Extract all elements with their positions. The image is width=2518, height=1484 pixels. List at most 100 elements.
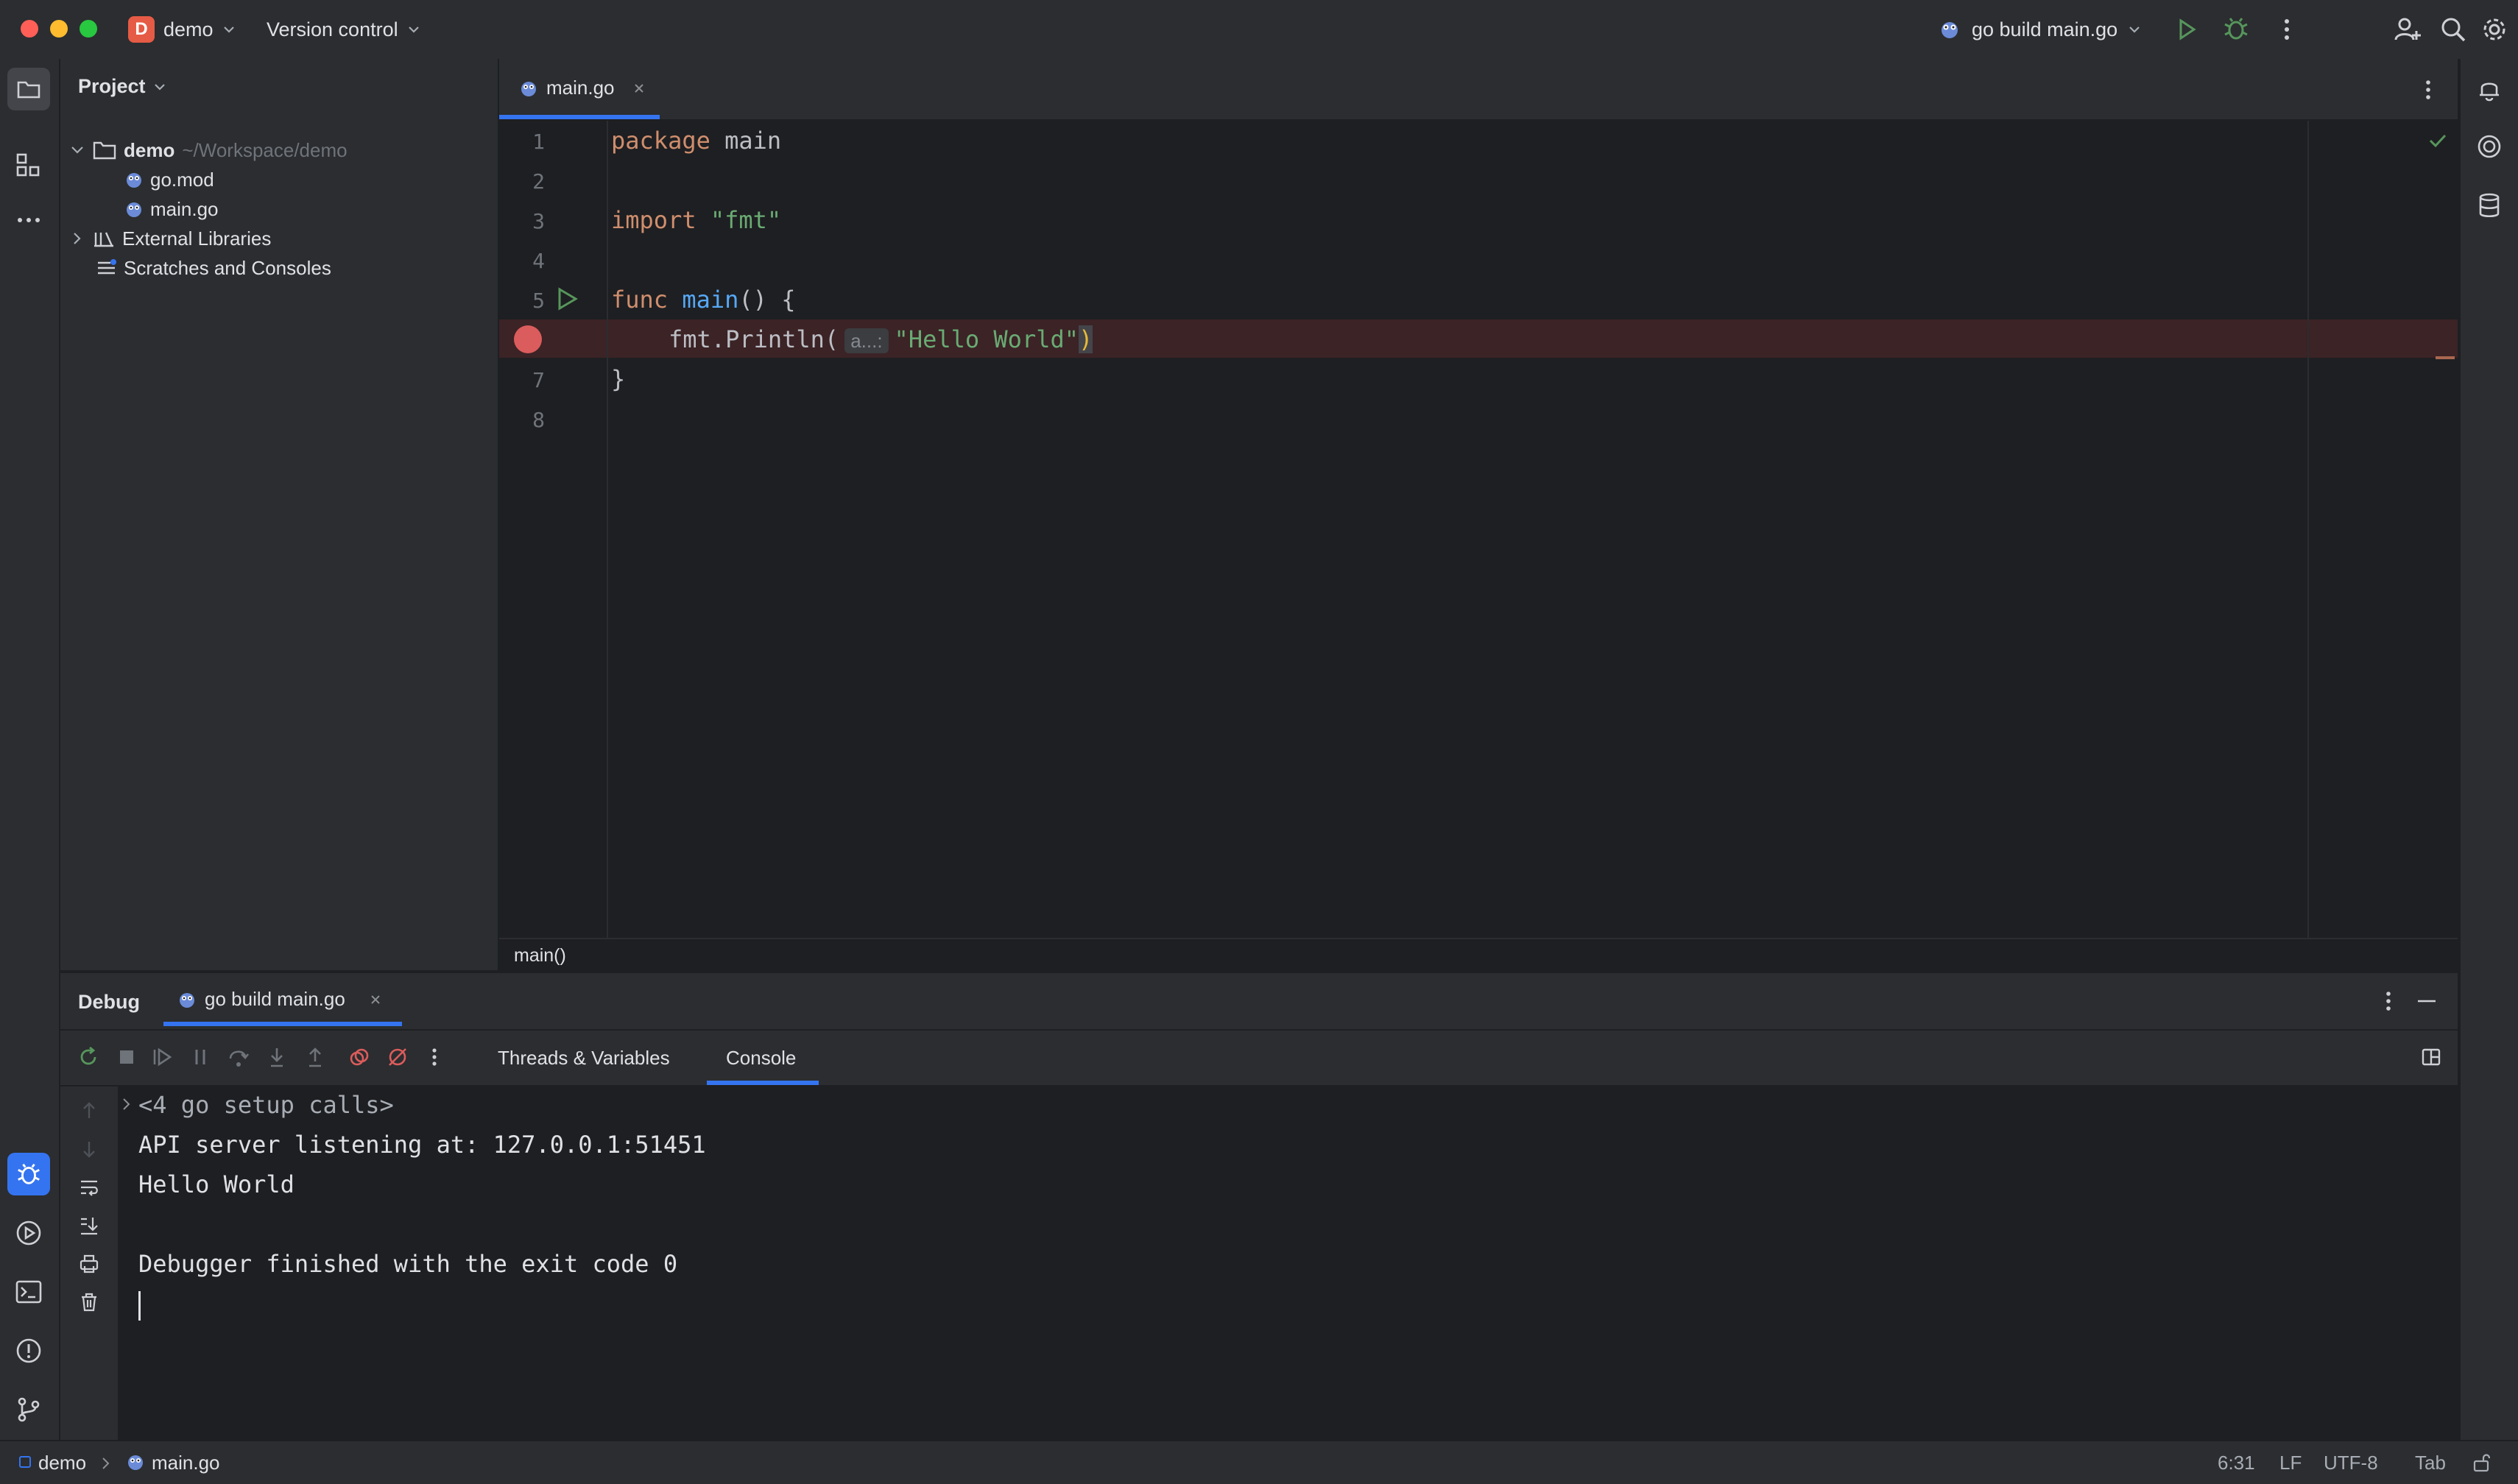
problems-icon[interactable] bbox=[15, 1337, 43, 1365]
ai-assistant-icon[interactable] bbox=[2475, 132, 2503, 160]
project-tool-button[interactable] bbox=[7, 68, 50, 110]
step-out-icon[interactable] bbox=[303, 1045, 327, 1069]
more-vertical-icon[interactable] bbox=[2377, 988, 2400, 1014]
tab-label: Threads & Variables bbox=[498, 1047, 670, 1069]
resume-icon[interactable] bbox=[150, 1045, 174, 1069]
git-branch-icon[interactable] bbox=[15, 1396, 43, 1424]
more-vertical-icon[interactable] bbox=[2275, 16, 2299, 43]
version-control-selector[interactable]: Version control bbox=[267, 15, 420, 44]
arrow-down-icon[interactable] bbox=[78, 1138, 100, 1160]
print-icon[interactable] bbox=[78, 1253, 100, 1275]
debug-panel: Debug go build main.go Threads & Variabl… bbox=[60, 972, 2458, 1441]
close-icon[interactable] bbox=[632, 82, 646, 95]
tab-console[interactable]: Console bbox=[707, 1031, 819, 1085]
status-path-file[interactable]: main.go bbox=[152, 1452, 220, 1474]
close-icon[interactable] bbox=[369, 993, 382, 1006]
file-encoding[interactable]: UTF-8 bbox=[2324, 1452, 2378, 1474]
tree-item-main-go[interactable]: main.go bbox=[124, 194, 219, 224]
code-token: fmt.Println( bbox=[669, 325, 839, 353]
minimize-panel-icon[interactable] bbox=[2413, 988, 2440, 1014]
line-number: 7 bbox=[532, 368, 545, 392]
step-into-icon[interactable] bbox=[265, 1045, 289, 1069]
project-selector[interactable]: D demo bbox=[128, 15, 236, 44]
more-vertical-icon[interactable] bbox=[2416, 77, 2440, 103]
add-user-icon[interactable] bbox=[2393, 15, 2422, 44]
code-token: "Hello World" bbox=[894, 325, 1079, 353]
folder-icon bbox=[93, 141, 116, 160]
code-token: main bbox=[710, 127, 782, 155]
indent-setting[interactable]: Tab bbox=[2415, 1452, 2446, 1474]
go-mod-file-icon bbox=[127, 173, 141, 188]
mute-breakpoints-icon[interactable] bbox=[386, 1045, 409, 1069]
scroll-to-end-icon[interactable] bbox=[78, 1215, 100, 1237]
project-badge: D bbox=[128, 16, 155, 43]
code-editor[interactable]: 1 2 3 4 5 7 8 package main import "fmt" … bbox=[499, 121, 2458, 938]
code-token: "fmt" bbox=[710, 206, 782, 234]
minimize-window-button[interactable] bbox=[50, 20, 68, 38]
debug-tool-button[interactable] bbox=[7, 1153, 50, 1195]
view-breakpoints-icon[interactable] bbox=[348, 1045, 371, 1069]
line-number: 3 bbox=[532, 209, 545, 233]
structure-icon[interactable] bbox=[15, 152, 43, 180]
debug-session-tab[interactable]: go build main.go bbox=[163, 973, 464, 1026]
debug-bug-icon[interactable] bbox=[2222, 15, 2250, 43]
no-problems-check-icon[interactable] bbox=[2427, 130, 2449, 152]
more-vertical-icon[interactable] bbox=[423, 1045, 446, 1069]
status-path-project[interactable]: demo bbox=[38, 1452, 86, 1474]
layout-settings-icon[interactable] bbox=[2419, 1045, 2443, 1069]
breadcrumb-item[interactable]: main() bbox=[514, 945, 566, 967]
editor-tab-main-go[interactable]: main.go bbox=[499, 59, 660, 119]
console-line[interactable]: <4 go setup calls> bbox=[138, 1091, 394, 1119]
database-icon[interactable] bbox=[2475, 191, 2503, 219]
breakpoint-icon[interactable] bbox=[514, 325, 542, 353]
active-tab-indicator bbox=[163, 1022, 402, 1026]
rerun-icon[interactable] bbox=[77, 1045, 100, 1069]
tree-item-label: demo bbox=[124, 139, 175, 161]
terminal-icon[interactable] bbox=[15, 1278, 43, 1306]
tree-item-external-libraries[interactable]: External Libraries bbox=[69, 224, 271, 253]
code-line-5: func main() { bbox=[611, 286, 795, 314]
line-separator[interactable]: LF bbox=[2279, 1452, 2302, 1474]
chevron-down-icon[interactable] bbox=[69, 142, 85, 158]
chevron-right-icon[interactable] bbox=[121, 1097, 133, 1112]
more-horizontal-icon[interactable] bbox=[15, 206, 43, 234]
arrow-up-icon[interactable] bbox=[78, 1100, 100, 1122]
stop-icon[interactable] bbox=[115, 1045, 138, 1069]
console-line: Debugger finished with the exit code 0 bbox=[138, 1250, 678, 1278]
line-number: 2 bbox=[532, 169, 545, 194]
project-panel-header[interactable]: Project bbox=[78, 75, 166, 98]
run-config-selector[interactable]: go build main.go bbox=[1938, 15, 2141, 44]
services-run-icon[interactable] bbox=[15, 1219, 43, 1247]
run-config-label: go build main.go bbox=[1972, 18, 2118, 40]
tree-item-go-mod[interactable]: go.mod bbox=[124, 165, 214, 194]
soft-wrap-icon[interactable] bbox=[78, 1176, 100, 1198]
close-window-button[interactable] bbox=[21, 20, 38, 38]
run-icon[interactable] bbox=[2173, 16, 2200, 43]
editor-gutter[interactable]: 1 2 3 4 5 7 8 bbox=[499, 121, 608, 938]
notifications-bell-icon[interactable] bbox=[2475, 75, 2503, 103]
left-tool-stripe bbox=[0, 59, 60, 1440]
caret-position[interactable]: 6:31 bbox=[2218, 1452, 2255, 1474]
maximize-window-button[interactable] bbox=[80, 20, 97, 38]
console-line: API server listening at: 127.0.0.1:51451 bbox=[138, 1131, 706, 1159]
unlock-icon[interactable] bbox=[2471, 1452, 2493, 1474]
code-token: ) bbox=[1079, 325, 1093, 353]
code-token: } bbox=[611, 365, 626, 393]
search-icon[interactable] bbox=[2438, 15, 2468, 44]
run-gutter-icon[interactable] bbox=[554, 286, 580, 312]
pause-icon[interactable] bbox=[188, 1045, 212, 1069]
tree-item-demo[interactable]: demo ~/Workspace/demo bbox=[69, 135, 348, 165]
trash-icon[interactable] bbox=[78, 1291, 100, 1313]
chevron-right-icon bbox=[102, 1458, 110, 1469]
chevron-right-icon[interactable] bbox=[69, 230, 85, 247]
go-gopher-icon bbox=[180, 992, 194, 1008]
debug-session-label: go build main.go bbox=[205, 988, 345, 1010]
chevron-down-icon bbox=[223, 26, 234, 33]
scrollbar-marker bbox=[2436, 356, 2455, 359]
go-file-icon bbox=[127, 202, 141, 217]
tree-item-scratches[interactable]: Scratches and Consoles bbox=[96, 253, 331, 283]
settings-gear-icon[interactable] bbox=[2480, 15, 2509, 44]
console-output[interactable]: <4 go setup calls> API server listening … bbox=[118, 1085, 2458, 1441]
chevron-down-icon bbox=[408, 26, 419, 33]
step-over-icon[interactable] bbox=[227, 1045, 250, 1069]
